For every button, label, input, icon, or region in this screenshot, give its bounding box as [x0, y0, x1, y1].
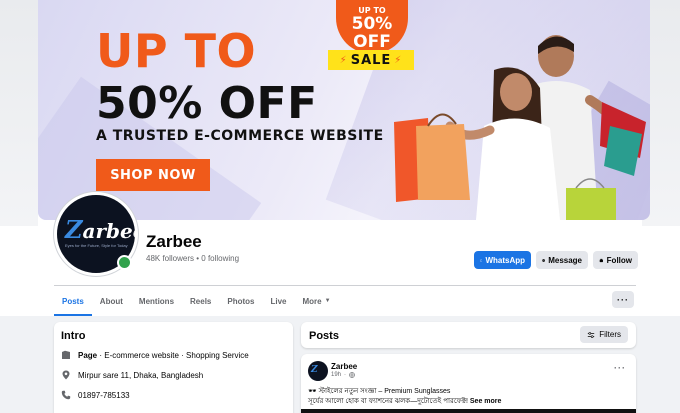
whatsapp-icon [480, 258, 483, 262]
filters-label: Filters [599, 330, 621, 339]
page-label: Page [78, 350, 98, 360]
lightning-icon: ⚡ [339, 54, 348, 66]
filters-button[interactable]: Filters [580, 326, 628, 343]
location-pin-icon [62, 370, 70, 380]
see-more-link[interactable]: See more [470, 398, 502, 405]
profile-actions: WhatsApp Message Follow [474, 251, 638, 269]
posts-title: Posts [309, 330, 339, 342]
globe-icon [349, 372, 355, 378]
tab-about[interactable]: About [92, 286, 131, 316]
caret-down-icon: ▼ [324, 298, 331, 304]
page-category: · E-commerce website · Shopping Service [97, 350, 249, 360]
dot-separator: · [344, 372, 347, 378]
tab-posts[interactable]: Posts [54, 286, 92, 316]
follow-label: Follow [606, 255, 632, 265]
cover-headline-discount: 50% OFF [96, 78, 318, 129]
post-time-text: 19h [331, 372, 342, 378]
phone-text: 01897-785133 [78, 390, 130, 400]
profile-tabs: Posts About Mentions Reels Photos Live M… [54, 286, 339, 316]
intro-address[interactable]: Mirpur sare 11, Dhaka, Bangladesh [61, 370, 203, 380]
message-label: Message [548, 255, 582, 265]
tab-photos[interactable]: Photos [219, 286, 262, 316]
post-author-name[interactable]: Zarbee [331, 362, 357, 371]
tab-mentions[interactable]: Mentions [131, 286, 182, 316]
message-button[interactable]: Message [536, 251, 588, 269]
phone-icon [61, 390, 71, 400]
online-status-dot [117, 255, 132, 270]
post-media[interactable] [301, 409, 636, 413]
page-title[interactable]: Zarbee [146, 232, 202, 252]
filters-icon [588, 331, 595, 338]
post-author-avatar[interactable]: Z [308, 361, 328, 381]
more-options-button[interactable]: ··· [612, 291, 634, 308]
intro-phone[interactable]: 01897-785133 [61, 390, 130, 400]
follower-count[interactable]: 48K followers • 0 following [146, 254, 239, 263]
shopping-couple-illustration [394, 35, 646, 220]
tab-reels[interactable]: Reels [182, 286, 219, 316]
cover-photo[interactable]: UP TO 50% OFF A TRUSTED E-COMMERCE WEBSI… [38, 0, 650, 220]
follow-icon [599, 258, 603, 262]
intro-page-category: Page · E-commerce website · Shopping Ser… [61, 350, 249, 360]
cover-tagline: A TRUSTED E-COMMERCE WEBSITE [96, 128, 384, 144]
tab-more[interactable]: More ▼ [295, 286, 339, 316]
page-flag-icon [62, 350, 70, 359]
tab-live[interactable]: Live [262, 286, 294, 316]
intro-title: Intro [61, 330, 86, 342]
address-text: Mirpur sare 11, Dhaka, Bangladesh [78, 370, 204, 380]
whatsapp-label: WhatsApp [485, 255, 525, 265]
posts-header-card: Posts Filters [301, 322, 636, 348]
follow-button[interactable]: Follow [593, 251, 638, 269]
cover-side-left [0, 0, 38, 226]
whatsapp-button[interactable]: WhatsApp [474, 251, 531, 269]
messenger-icon [542, 258, 545, 262]
cover-shop-now: SHOP NOW [96, 159, 210, 191]
post-card: Z Zarbee 19h · ··· 🕶️ স্টাইলের নতুন সংজ্… [301, 354, 636, 413]
avatar-logo-tagline: Eyes for the Future, Style for Today [65, 243, 128, 248]
cover-headline-upto: UP TO [96, 24, 257, 78]
intro-card: Intro Page · E-commerce website · Shoppi… [54, 322, 293, 413]
avatar-logo: Zarbee [65, 215, 135, 244]
post-text-line-2: সূর্যের আলো হোক বা ফ্যাশনের ঝলক—দুটোতেই … [308, 398, 502, 405]
post-options-button[interactable]: ··· [614, 363, 626, 373]
post-timestamp[interactable]: 19h · [331, 372, 355, 378]
